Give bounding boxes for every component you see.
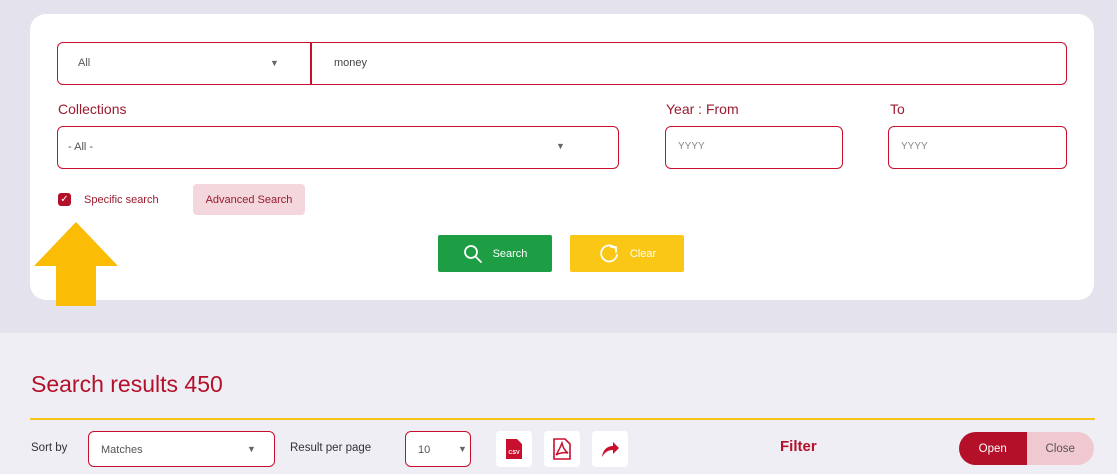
search-input-value: money — [334, 57, 368, 69]
filter-close-button[interactable]: Close — [1026, 432, 1094, 465]
search-icon — [463, 244, 482, 263]
filter-open-button[interactable]: Open — [959, 432, 1027, 465]
filter-label: Filter — [780, 438, 817, 455]
results-title: Search results 450 — [31, 371, 223, 397]
export-csv-button[interactable]: CSV — [496, 431, 532, 467]
search-button[interactable]: Search — [438, 235, 552, 272]
pdf-icon — [553, 438, 571, 460]
clear-button-label: Clear — [629, 247, 657, 260]
year-to-label: To — [890, 101, 905, 117]
sort-by-label: Sort by — [31, 442, 68, 454]
collections-select[interactable]: - All - ▼ — [57, 126, 619, 169]
chevron-down-icon: ▼ — [270, 58, 279, 68]
chevron-down-icon: ▼ — [458, 444, 467, 454]
arrow-up-icon — [34, 222, 118, 306]
collections-label: Collections — [58, 101, 127, 117]
per-page-label: Result per page — [290, 442, 372, 454]
share-icon — [602, 442, 619, 457]
clear-button[interactable]: Clear — [570, 235, 684, 272]
sort-by-value: Matches — [101, 444, 143, 456]
results-divider — [30, 418, 1095, 420]
per-page-value: 10 — [418, 444, 431, 456]
advanced-search-button[interactable]: Advanced Search — [193, 184, 305, 215]
export-pdf-button[interactable] — [544, 431, 580, 467]
search-input[interactable]: money — [312, 43, 1066, 84]
filter-toggle: Open Close — [959, 432, 1094, 465]
year-to-placeholder: YYYY — [901, 141, 928, 152]
svg-text:CSV: CSV — [508, 450, 520, 456]
year-from-input[interactable]: YYYY — [665, 126, 843, 169]
chevron-down-icon: ▼ — [556, 141, 565, 151]
specific-search-checkbox[interactable]: ✓ — [58, 193, 71, 206]
scope-select[interactable]: All ▼ — [58, 43, 310, 84]
share-button[interactable] — [592, 431, 628, 467]
chevron-down-icon: ▼ — [247, 444, 256, 454]
csv-icon: CSV — [506, 439, 522, 459]
per-page-select[interactable]: 10 ▼ — [405, 431, 471, 467]
year-from-label: Year : From — [666, 101, 739, 117]
sort-by-select[interactable]: Matches ▼ — [88, 431, 275, 467]
collections-select-value: - All - — [68, 141, 94, 153]
year-from-placeholder: YYYY — [678, 141, 705, 152]
year-to-input[interactable]: YYYY — [888, 126, 1067, 169]
refresh-icon — [600, 244, 618, 262]
specific-search-label[interactable]: Specific search — [84, 194, 159, 206]
scope-select-value: All — [78, 57, 91, 69]
search-button-label: Search — [492, 247, 528, 260]
